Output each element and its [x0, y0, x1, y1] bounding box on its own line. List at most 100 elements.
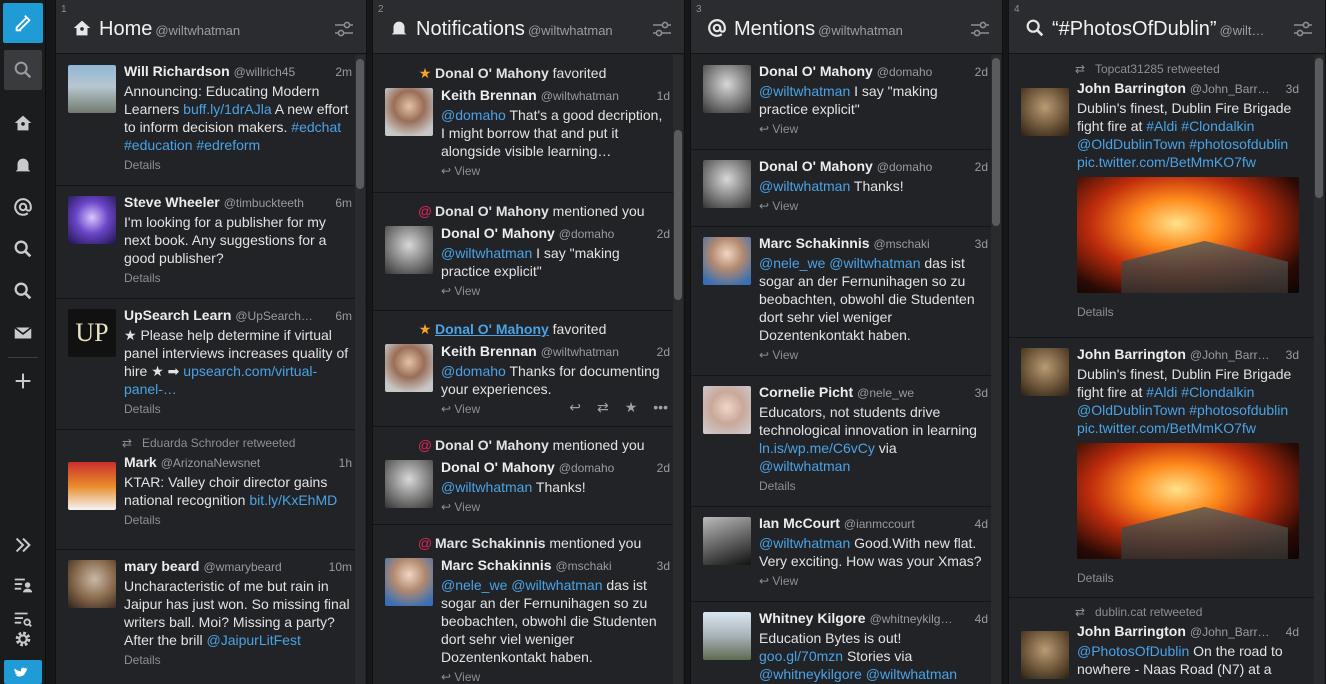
tweet-author-name[interactable]: Keith Brennan: [441, 87, 537, 103]
tweet-mention-link[interactable]: @wiltwhatman: [759, 83, 850, 99]
view-link[interactable]: ↩ View: [441, 670, 670, 684]
tweet-author-handle[interactable]: @John_Barr…: [1190, 625, 1270, 639]
tweet-timestamp[interactable]: 4d: [969, 517, 988, 531]
avatar[interactable]: [68, 462, 116, 510]
tweet-timestamp[interactable]: 1d: [651, 89, 670, 103]
tweet[interactable]: Donal O' Mahony @domaho 2d @wiltwhatman Th…: [691, 150, 1002, 227]
scrollbar-thumb[interactable]: [1315, 58, 1323, 198]
notification-item[interactable]: @ Marc Schakinnis mentioned you Marc Scha…: [373, 525, 684, 684]
tweet-author-name[interactable]: Cornelie Picht: [759, 384, 853, 400]
details-link[interactable]: Details: [124, 402, 352, 416]
tweet[interactable]: Steve Wheeler @timbuckteeth 6m I'm looking…: [56, 186, 366, 299]
tweet-author-name[interactable]: Donal O' Mahony: [759, 158, 873, 174]
tweet-author-handle[interactable]: @ArizonaNewsnet: [161, 456, 261, 470]
avatar[interactable]: [1021, 88, 1069, 136]
tweet-timestamp[interactable]: 2m: [329, 65, 352, 79]
avatar[interactable]: [703, 386, 751, 434]
notification-item[interactable]: @ Donal O' Mahony mentioned you Donal O' …: [373, 427, 684, 525]
column-title[interactable]: Mentions @wiltwhatman: [734, 18, 903, 41]
tweet[interactable]: Will Richardson @willrich45 2m Announcing:…: [56, 55, 366, 186]
tweet[interactable]: mary beard @wmarybeard 10m Uncharacteristi…: [56, 550, 366, 684]
tweet-mention-link[interactable]: @wiltwhatman: [441, 479, 532, 495]
tweet-author-handle[interactable]: @whitneykilg…: [870, 612, 953, 626]
tweet[interactable]: Cornelie Picht @nele_we 3d Educators, not …: [691, 376, 1002, 507]
tweet-timestamp[interactable]: 4d: [1280, 625, 1299, 639]
tweet-mention-link[interactable]: @wiltwhatman: [759, 535, 850, 551]
tweet-timestamp[interactable]: 3d: [1280, 82, 1299, 96]
tweet[interactable]: ⇄ Topcat31285 retweeted John Barrington @J…: [1009, 55, 1325, 338]
view-link[interactable]: ↩ View: [441, 284, 670, 298]
tweet-mention-link[interactable]: @domaho: [441, 363, 506, 379]
tweet-timestamp[interactable]: 6m: [329, 196, 352, 210]
tweet-timestamp[interactable]: 3d: [1280, 348, 1299, 362]
avatar[interactable]: [385, 558, 433, 606]
tweet-link[interactable]: bit.ly/KxEhMD: [249, 492, 337, 508]
more-options-icon[interactable]: •••: [653, 399, 668, 416]
tweet-mention-link[interactable]: @nele_we @wiltwhatman: [441, 577, 603, 593]
tweet-author-handle[interactable]: @mschaki: [874, 237, 930, 251]
column-settings-icon[interactable]: [334, 20, 354, 38]
tweet-mention-link[interactable]: @wiltwhatman: [759, 458, 850, 474]
avatar[interactable]: [385, 344, 433, 392]
tweet-author-name[interactable]: Donal O' Mahony: [441, 225, 555, 241]
tweet-author-handle[interactable]: @wiltwhatman: [541, 345, 619, 359]
scrollbar[interactable]: [355, 55, 365, 684]
tweet-timestamp[interactable]: 2d: [651, 345, 670, 359]
view-link[interactable]: ↩ View: [441, 500, 670, 514]
tweet-mention-link[interactable]: @nele_we @wiltwhatman: [759, 255, 921, 271]
tweet-author-name[interactable]: UpSearch Learn: [124, 307, 231, 323]
settings-button[interactable]: [4, 620, 42, 658]
add-column-button[interactable]: [4, 362, 42, 400]
tweet-link[interactable]: @JaipurLitFest: [206, 632, 300, 648]
avatar[interactable]: [703, 517, 751, 565]
notification-user[interactable]: Donal O' Mahony: [435, 321, 549, 337]
tweet-author-name[interactable]: John Barrington: [1077, 623, 1186, 639]
avatar[interactable]: [703, 160, 751, 208]
tweet[interactable]: ⇄ dublin.cat retweeted John Barrington @Jo…: [1009, 598, 1325, 684]
tweet-photo[interactable]: [1077, 443, 1299, 559]
avatar[interactable]: [1021, 348, 1069, 396]
view-link[interactable]: ↩ View: [759, 348, 988, 362]
tweet-author-name[interactable]: Ian McCourt: [759, 515, 840, 531]
view-link[interactable]: ↩ View: [759, 122, 988, 136]
column-title[interactable]: Notifications @wiltwhatman: [416, 18, 613, 41]
tweet-author-handle[interactable]: @timbuckteeth: [224, 196, 304, 210]
tweet-author-handle[interactable]: @willrich45: [234, 65, 296, 79]
view-link[interactable]: ↩ View: [441, 164, 670, 178]
view-link[interactable]: ↩ View: [759, 199, 988, 213]
compose-tweet-button[interactable]: [3, 3, 43, 43]
tweet-author-name[interactable]: Mark: [124, 454, 157, 470]
notification-user[interactable]: Donal O' Mahony: [435, 65, 549, 81]
nav-home-button[interactable]: [4, 104, 42, 142]
scrollbar[interactable]: [991, 55, 1001, 684]
tweet-mention-link[interactable]: @whitneykilgore @wiltwhatman: [759, 666, 957, 682]
tweet-link[interactable]: buff.ly/1drAJla: [183, 101, 271, 117]
notification-user[interactable]: Donal O' Mahony: [435, 437, 549, 453]
favorite-icon[interactable]: ★: [625, 399, 638, 416]
tweet-author-handle[interactable]: @John_Barr…: [1190, 348, 1270, 362]
avatar[interactable]: UP: [68, 309, 116, 357]
column-settings-icon[interactable]: [652, 20, 672, 38]
notification-item[interactable]: ★ Donal O' Mahony favorited Keith Brennan…: [373, 311, 684, 427]
column-title[interactable]: Home @wiltwhatman: [99, 18, 240, 41]
details-link[interactable]: Details: [759, 479, 988, 493]
tweet-timestamp[interactable]: 2d: [969, 160, 988, 174]
tweet-timestamp[interactable]: 4d: [969, 612, 988, 626]
column-settings-icon[interactable]: [970, 20, 990, 38]
tweet-author-handle[interactable]: @domaho: [877, 160, 933, 174]
avatar[interactable]: [68, 560, 116, 608]
scrollbar-thumb[interactable]: [674, 130, 682, 300]
details-link[interactable]: Details: [1077, 305, 1299, 319]
avatar[interactable]: [68, 65, 116, 113]
avatar[interactable]: [385, 460, 433, 508]
tweet-mention-link[interactable]: @wiltwhatman: [441, 245, 532, 261]
tweet-author-name[interactable]: Marc Schakinnis: [759, 235, 870, 251]
avatar[interactable]: [703, 237, 751, 285]
reply-icon[interactable]: ↩: [569, 399, 581, 416]
details-link[interactable]: Details: [124, 271, 352, 285]
tweet[interactable]: Donal O' Mahony @domaho 2d @wiltwhatman I …: [691, 55, 1002, 150]
expand-nav-button[interactable]: [4, 526, 42, 564]
tweet-author-name[interactable]: Will Richardson: [124, 63, 230, 79]
tweet-author-handle[interactable]: @domaho: [877, 65, 933, 79]
tweet-timestamp[interactable]: 3d: [969, 237, 988, 251]
